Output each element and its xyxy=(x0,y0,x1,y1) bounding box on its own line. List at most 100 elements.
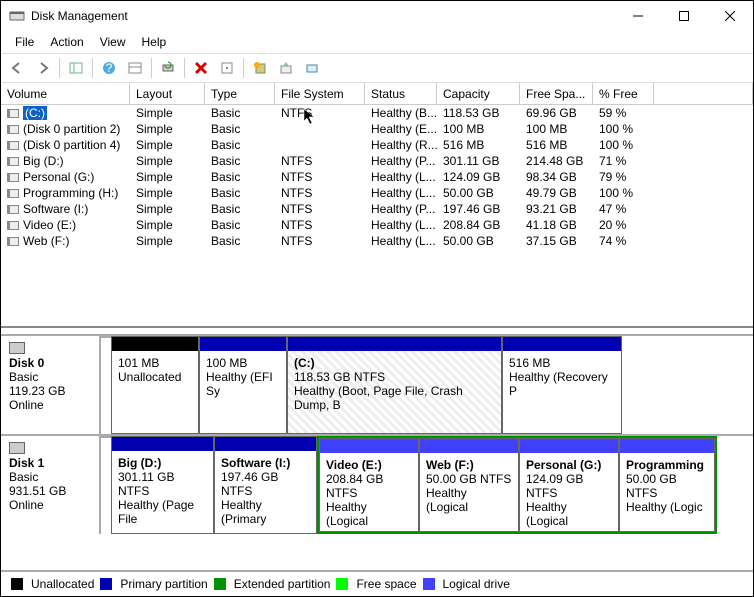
partition-stripe xyxy=(503,337,621,351)
cell-status: Healthy (E... xyxy=(365,122,437,136)
table-row[interactable]: Web (F:)SimpleBasicNTFSHealthy (L...50.0… xyxy=(1,233,753,249)
partition-stripe xyxy=(288,337,501,351)
show-hide-button[interactable] xyxy=(64,56,88,80)
volume-list[interactable]: Volume Layout Type File System Status Ca… xyxy=(1,83,753,328)
menu-view[interactable]: View xyxy=(92,33,134,51)
cell-capacity: 50.00 GB xyxy=(437,234,520,248)
col-status[interactable]: Status xyxy=(365,83,437,104)
legend-swatch-extended xyxy=(214,578,226,590)
volume-name: (Disk 0 partition 2) xyxy=(23,122,120,136)
volume-name: (Disk 0 partition 4) xyxy=(23,138,120,152)
table-row[interactable]: Video (E:)SimpleBasicNTFSHealthy (L...20… xyxy=(1,217,753,233)
partition[interactable]: Video (E:)208.84 GB NTFSHealthy (Logical xyxy=(319,438,419,532)
toolbar: ? xyxy=(1,53,753,83)
cell-fs: NTFS xyxy=(275,154,365,168)
close-button[interactable] xyxy=(707,1,753,31)
menu-action[interactable]: Action xyxy=(42,33,91,51)
legend-swatch-primary xyxy=(100,578,112,590)
volume-name: Software (I:) xyxy=(23,202,88,216)
table-row[interactable]: Software (I:)SimpleBasicNTFSHealthy (P..… xyxy=(1,201,753,217)
cell-layout: Simple xyxy=(130,234,205,248)
cell-capacity: 100 MB xyxy=(437,122,520,136)
extended-partition-box: Video (E:)208.84 GB NTFSHealthy (Logical… xyxy=(317,436,717,534)
cell-status: Healthy (P... xyxy=(365,154,437,168)
col-fs[interactable]: File System xyxy=(275,83,365,104)
partition-line1: 118.53 GB NTFS xyxy=(294,370,385,384)
help-button[interactable]: ? xyxy=(97,56,121,80)
cell-free: 37.15 GB xyxy=(520,234,593,248)
cell-layout: Simple xyxy=(130,218,205,232)
cell-pct: 100 % xyxy=(593,122,654,136)
partition-title: Programming xyxy=(626,458,704,472)
col-volume[interactable]: Volume xyxy=(1,83,130,104)
cell-pct: 79 % xyxy=(593,170,654,184)
partition[interactable]: 516 MBHealthy (Recovery P xyxy=(502,336,622,434)
table-row[interactable]: Programming (H:)SimpleBasicNTFSHealthy (… xyxy=(1,185,753,201)
window-title: Disk Management xyxy=(31,9,615,23)
col-pct[interactable]: % Free xyxy=(593,83,654,104)
settings-button[interactable] xyxy=(123,56,147,80)
disk-kind: Basic xyxy=(9,370,91,384)
delete-button[interactable] xyxy=(189,56,213,80)
menu-file[interactable]: File xyxy=(7,33,42,51)
legend-swatch-unallocated xyxy=(11,578,23,590)
legend-swatch-logical xyxy=(423,578,435,590)
partition-line2: Healthy (EFI Sy xyxy=(206,370,273,398)
disk-capacity: 119.23 GB xyxy=(9,384,91,398)
cell-free: 49.79 GB xyxy=(520,186,593,200)
col-layout[interactable]: Layout xyxy=(130,83,205,104)
volume-icon xyxy=(7,125,19,134)
table-row[interactable]: Personal (G:)SimpleBasicNTFSHealthy (L..… xyxy=(1,169,753,185)
col-type[interactable]: Type xyxy=(205,83,275,104)
table-row[interactable]: (Disk 0 partition 4)SimpleBasicHealthy (… xyxy=(1,137,753,153)
partition[interactable]: 100 MBHealthy (EFI Sy xyxy=(199,336,287,434)
cell-type: Basic xyxy=(205,170,275,184)
partition-line2: Unallocated xyxy=(118,370,181,384)
cell-type: Basic xyxy=(205,218,275,232)
partition-line1: 50.00 GB NTFS xyxy=(426,472,511,486)
partition-line1: 100 MB xyxy=(206,356,247,370)
mount-button[interactable] xyxy=(274,56,298,80)
cell-free: 100 MB xyxy=(520,122,593,136)
minimize-button[interactable] xyxy=(615,1,661,31)
partition[interactable]: (C:)118.53 GB NTFSHealthy (Boot, Page Fi… xyxy=(287,336,502,434)
back-button[interactable] xyxy=(5,56,29,80)
menu-help[interactable]: Help xyxy=(134,33,175,51)
partition-title: Web (F:) xyxy=(426,458,474,472)
table-row[interactable]: (C:)SimpleBasicNTFSHealthy (B...118.53 G… xyxy=(1,105,753,121)
partition[interactable]: 101 MBUnallocated xyxy=(111,336,199,434)
col-spacer xyxy=(654,83,753,104)
partition[interactable]: Personal (G:)124.09 GB NTFSHealthy (Logi… xyxy=(519,438,619,532)
separator xyxy=(151,58,152,78)
disk-graphical-view[interactable]: Disk 0Basic119.23 GBOnline101 MBUnalloca… xyxy=(1,328,753,570)
partition[interactable]: Big (D:)301.11 GB NTFSHealthy (Page File xyxy=(111,436,214,534)
partition-line2: Healthy (Page File xyxy=(118,498,194,526)
partition[interactable]: Software (I:)197.46 GB NTFSHealthy (Prim… xyxy=(214,436,317,534)
col-capacity[interactable]: Capacity xyxy=(437,83,520,104)
legend-primary: Primary partition xyxy=(120,577,207,591)
volume-name: Personal (G:) xyxy=(23,170,94,184)
col-free[interactable]: Free Spa... xyxy=(520,83,593,104)
cell-free: 214.48 GB xyxy=(520,154,593,168)
cell-status: Healthy (L... xyxy=(365,186,437,200)
cell-pct: 100 % xyxy=(593,138,654,152)
table-row[interactable]: Big (D:)SimpleBasicNTFSHealthy (P...301.… xyxy=(1,153,753,169)
properties-button[interactable] xyxy=(215,56,239,80)
cell-fs: NTFS xyxy=(275,218,365,232)
cell-capacity: 516 MB xyxy=(437,138,520,152)
format-button[interactable] xyxy=(300,56,324,80)
new-partition-button[interactable] xyxy=(248,56,272,80)
partition[interactable]: Programming50.00 GB NTFSHealthy (Logic xyxy=(619,438,715,532)
disk-partitions: 101 MBUnallocated100 MBHealthy (EFI Sy(C… xyxy=(101,336,753,434)
forward-button[interactable] xyxy=(31,56,55,80)
table-row[interactable]: (Disk 0 partition 2)SimpleBasicHealthy (… xyxy=(1,121,753,137)
maximize-button[interactable] xyxy=(661,1,707,31)
disk-info[interactable]: Disk 0Basic119.23 GBOnline xyxy=(1,336,101,434)
refresh-button[interactable] xyxy=(156,56,180,80)
partition-line1: 516 MB xyxy=(509,356,550,370)
partition[interactable]: Web (F:)50.00 GB NTFSHealthy (Logical xyxy=(419,438,519,532)
volume-icon xyxy=(7,237,19,246)
partition-stripe xyxy=(320,439,418,453)
disk-info[interactable]: Disk 1Basic931.51 GBOnline xyxy=(1,436,101,534)
cell-layout: Simple xyxy=(130,106,205,120)
